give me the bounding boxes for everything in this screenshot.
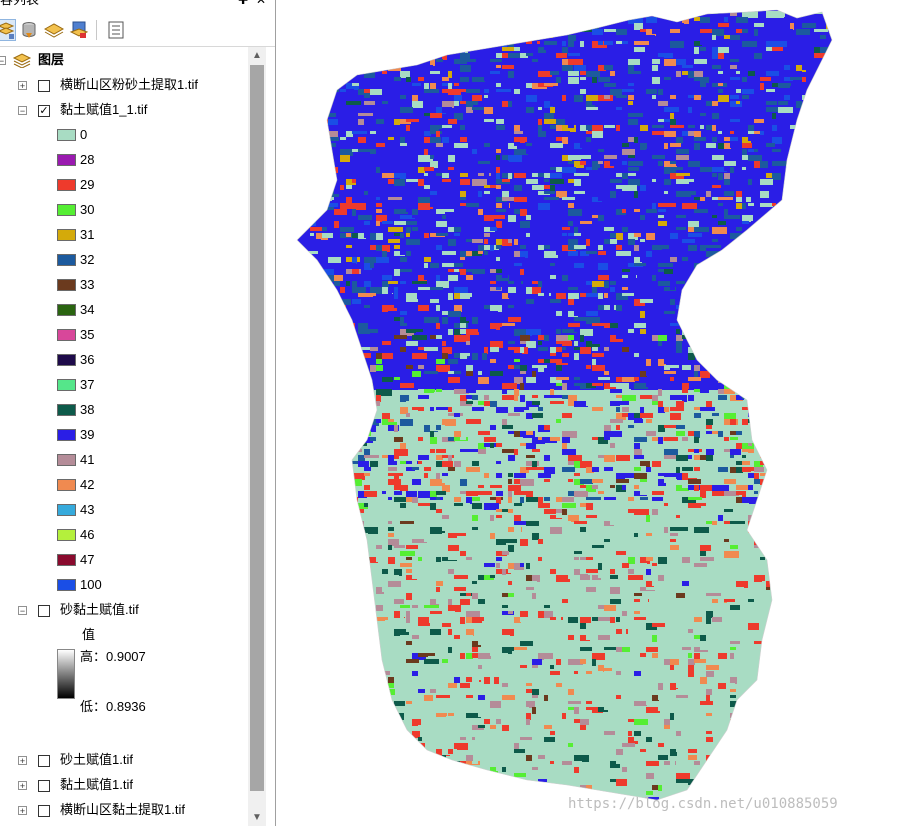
class-color-swatch[interactable] [57,129,76,141]
class-color-swatch[interactable] [57,179,76,191]
toolbar-separator [96,20,97,40]
class-value: 42 [80,477,95,492]
layer-visibility-checkbox[interactable]: ✓ [38,105,50,117]
class-color-swatch[interactable] [57,329,76,341]
layer-visibility-checkbox[interactable] [38,780,50,792]
class-value: 37 [80,377,95,392]
class-value: 29 [80,177,95,192]
expand-icon[interactable]: + [18,756,27,766]
collapse-icon[interactable]: − [0,56,6,66]
layer-label: 砂土赋值1.tif [60,752,133,767]
class-value: 46 [80,527,95,542]
toc-title-bar: 容列表 ✚ ✕ [0,0,275,8]
class-value: 32 [80,252,95,267]
class-value: 35 [80,327,95,342]
toc-title: 容列表 [0,0,39,8]
class-value: 38 [80,402,95,417]
close-icon[interactable]: ✕ [256,0,266,8]
map-raster-content [297,10,832,800]
raster-map[interactable] [277,0,901,826]
layer-label: 黏土赋值1.tif [60,777,133,792]
class-value: 100 [80,577,102,592]
class-color-swatch[interactable] [57,404,76,416]
watermark-text: https://blog.csdn.net/u010885059 [568,796,838,812]
class-value: 28 [80,152,95,167]
class-value: 39 [80,427,95,442]
layer-visibility-checkbox[interactable] [38,805,50,817]
expand-icon[interactable]: + [18,81,27,91]
map-view[interactable] [277,0,901,826]
options-icon[interactable] [105,19,127,41]
class-value: 36 [80,352,95,367]
class-color-swatch[interactable] [57,154,76,166]
class-value: 33 [80,277,95,292]
list-by-selection-icon[interactable] [68,19,90,41]
grayscale-ramp [57,649,75,699]
layer-label: 黏土赋值1_1.tif [60,102,148,117]
class-color-swatch[interactable] [57,529,76,541]
layer-visibility-checkbox[interactable] [38,605,50,617]
class-value: 0 [80,127,88,142]
class-color-swatch[interactable] [57,204,76,216]
class-value: 34 [80,302,95,317]
list-by-visibility-icon[interactable] [43,19,65,41]
layer-label: 横断山区粉砂土提取1.tif [60,77,198,92]
class-color-swatch[interactable] [57,229,76,241]
class-color-swatch[interactable] [57,304,76,316]
scroll-thumb[interactable] [250,65,264,791]
scroll-up-icon[interactable]: ▲ [248,47,266,64]
class-color-swatch[interactable] [57,429,76,441]
toc-toolbar [0,14,275,47]
table-of-contents-panel: 容列表 ✚ ✕ − 图层 + [0,0,276,826]
class-color-swatch[interactable] [57,554,76,566]
class-value: 31 [80,227,95,242]
pin-icon[interactable]: ✚ [238,0,248,8]
class-value: 41 [80,452,95,467]
list-by-drawing-order-icon[interactable] [0,19,16,41]
root-label: 图层 [38,52,65,67]
class-color-swatch[interactable] [57,279,76,291]
toc-vertical-scrollbar[interactable]: ▲ ▼ [248,47,266,826]
class-value: 30 [80,202,95,217]
layer-tree: − 图层 + 横断山区粉砂土提取1.tif − ✓ 黏土赋值1_1.tif 0 2… [0,47,248,826]
expand-icon[interactable]: + [18,806,27,816]
layer-label: 横断山区黏土提取1.tif [60,802,185,817]
layer-visibility-checkbox[interactable] [38,80,50,92]
expand-icon[interactable]: + [18,781,27,791]
class-color-swatch[interactable] [57,379,76,391]
class-color-swatch[interactable] [57,454,76,466]
stretch-low-label: 低：0.8936 [80,699,146,714]
list-by-source-icon[interactable] [18,19,40,41]
layer-label: 砂黏土赋值.tif [60,602,139,617]
collapse-icon[interactable]: − [18,106,27,116]
stretch-high-label: 高：0.9007 [80,649,146,664]
class-color-swatch[interactable] [57,479,76,491]
layer-visibility-checkbox[interactable] [38,755,50,767]
class-color-swatch[interactable] [57,354,76,366]
class-value: 47 [80,552,95,567]
collapse-icon[interactable]: − [18,606,27,616]
class-color-swatch[interactable] [57,579,76,591]
class-color-swatch[interactable] [57,504,76,516]
class-value: 43 [80,502,95,517]
layers-icon [12,52,32,74]
class-color-swatch[interactable] [57,254,76,266]
stretch-heading: 值 [82,627,96,642]
scroll-down-icon[interactable]: ▼ [248,809,266,826]
